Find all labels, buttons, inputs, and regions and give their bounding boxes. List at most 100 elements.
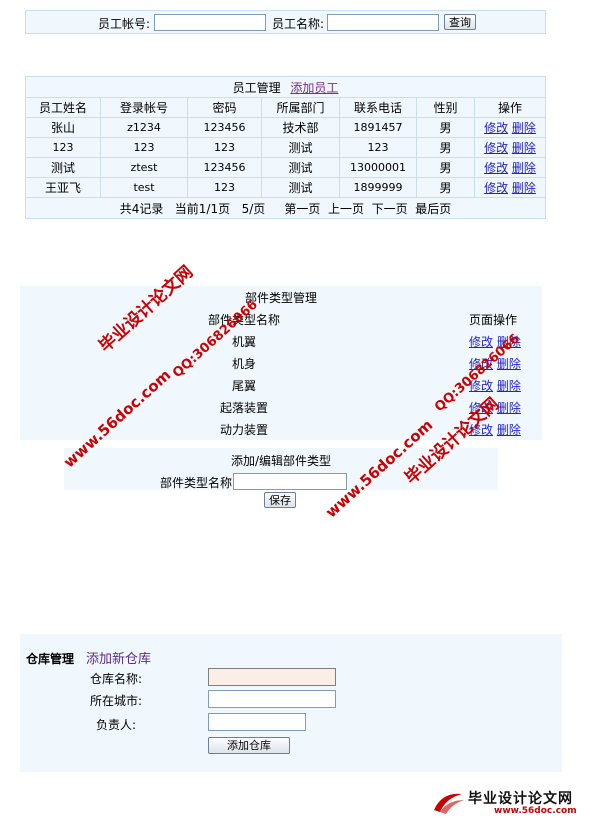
table-row: 123 123 123 测试 123 男 修改 删除	[25, 137, 546, 158]
warehouse-title: 仓库管理	[26, 652, 75, 666]
edit-link[interactable]: 修改	[469, 379, 493, 393]
parttype-name: 尾翼	[231, 378, 256, 393]
parttype-name: 机翼	[231, 334, 256, 349]
employee-title: 员工管理	[232, 80, 281, 95]
delete-link[interactable]: 删除	[497, 335, 521, 349]
pager-per-page: 5/页	[241, 201, 266, 216]
warehouse-name-label: 仓库名称:	[90, 672, 143, 686]
cell-dept: 测试	[261, 157, 340, 178]
cell-account: test	[100, 177, 188, 198]
edit-link[interactable]: 修改	[469, 401, 493, 415]
edit-link[interactable]: 修改	[484, 181, 508, 195]
delete-link[interactable]: 删除	[497, 357, 521, 371]
parttype-table: 部件类型管理 部件类型名称 页面操作 机翼 修改 删除 机身 修改 删除 尾翼 修改 …	[20, 286, 542, 440]
list-item: 机翼 修改 删除	[20, 330, 542, 352]
pager-row: 共4记录 当前1/1页 5/页 第一页 上一页 下一页 最后页	[25, 197, 546, 219]
table-row: 张山 z1234 123456 技术部 1891457 男 修改 删除	[25, 117, 546, 138]
parttype-name-input[interactable]	[233, 473, 347, 490]
delete-link[interactable]: 删除	[497, 379, 521, 393]
cell-ops: 修改 删除	[474, 177, 546, 198]
search-bar: 员工帐号: 员工名称: 查询	[25, 10, 546, 34]
edit-link[interactable]: 修改	[469, 423, 493, 437]
query-button[interactable]: 查询	[444, 14, 476, 30]
cell-phone: 1899999	[339, 177, 417, 198]
pager-total: 共4记录	[119, 201, 164, 216]
footer-brand: 毕业设计论文网	[468, 791, 573, 807]
footer-logo: 毕业设计论文网 www.56doc.com	[432, 788, 592, 816]
employee-panel: 员工管理 添加员工 员工姓名 登录帐号 密码 所属部门 联系电话 性别 操作 张…	[25, 76, 546, 219]
parttype-col-name: 部件类型名称	[207, 312, 280, 327]
cell-password: 123456	[187, 117, 262, 138]
cell-password: 123	[187, 177, 262, 198]
cell-phone: 123	[339, 137, 417, 158]
cell-ops: 修改 删除	[474, 137, 546, 158]
name-input[interactable]	[327, 14, 439, 31]
cell-gender: 男	[416, 117, 475, 138]
cell-gender: 男	[416, 177, 475, 198]
cell-ops: 修改 删除	[474, 117, 546, 138]
col-header: 登录帐号	[100, 97, 188, 118]
table-row: 测试 ztest 123456 测试 13000001 男 修改 删除	[25, 157, 546, 178]
edit-link[interactable]: 修改	[469, 335, 493, 349]
footer-url: www.56doc.com	[494, 806, 577, 816]
cell-name: 张山	[25, 117, 101, 138]
cell-ops: 修改 删除	[474, 157, 546, 178]
parttype-panel: 部件类型管理 部件类型名称 页面操作 机翼 修改 删除 机身 修改 删除 尾翼 修改 …	[20, 286, 542, 440]
pager-prev[interactable]: 上一页	[328, 202, 364, 216]
cell-account: ztest	[100, 157, 188, 178]
pager-last[interactable]: 最后页	[415, 202, 451, 216]
cell-account: z1234	[100, 117, 188, 138]
employee-header-row: 员工姓名 登录帐号 密码 所属部门 联系电话 性别 操作	[25, 97, 546, 118]
cell-password: 123	[187, 137, 262, 158]
delete-link[interactable]: 删除	[512, 181, 536, 195]
warehouse-manager-input[interactable]	[208, 713, 306, 731]
employee-table: 员工管理 添加员工 员工姓名 登录帐号 密码 所属部门 联系电话 性别 操作 张…	[25, 76, 546, 219]
delete-link[interactable]: 删除	[512, 121, 536, 135]
warehouse-manager-label: 负责人:	[96, 718, 137, 732]
account-input[interactable]	[154, 14, 266, 31]
delete-link[interactable]: 删除	[512, 141, 536, 155]
parttype-col-ops: 页面操作	[469, 312, 518, 327]
cell-dept: 测试	[261, 177, 340, 198]
parttype-name: 机身	[231, 356, 256, 371]
cell-phone: 13000001	[339, 157, 417, 178]
delete-link[interactable]: 删除	[512, 161, 536, 175]
save-button[interactable]: 保存	[264, 492, 296, 508]
add-warehouse-link[interactable]: 添加新仓库	[86, 648, 151, 667]
delete-link[interactable]: 删除	[497, 423, 521, 437]
cell-gender: 男	[416, 137, 475, 158]
list-item: 尾翼 修改 删除	[20, 374, 542, 396]
logo-swoosh-icon	[434, 793, 464, 814]
warehouse-panel: 仓库管理 添加新仓库 仓库名称: 所在城市: 负责人: 添加仓库	[20, 634, 562, 772]
edit-link[interactable]: 修改	[469, 357, 493, 371]
warehouse-city-input[interactable]	[208, 690, 336, 708]
parttype-name: 起落装置	[219, 400, 268, 415]
edit-link[interactable]: 修改	[484, 161, 508, 175]
col-header: 员工姓名	[25, 97, 101, 118]
warehouse-name-input[interactable]	[208, 668, 336, 686]
parttype-name: 动力装置	[219, 422, 268, 437]
warehouse-city-label: 所在城市:	[90, 694, 143, 708]
pager-current: 当前1/1页	[174, 201, 231, 216]
col-header: 操作	[474, 97, 546, 118]
col-header: 所属部门	[261, 97, 340, 118]
col-header: 密码	[187, 97, 262, 118]
cell-name: 123	[25, 137, 101, 158]
edit-link[interactable]: 修改	[484, 121, 508, 135]
name-label: 员工名称:	[272, 17, 325, 31]
delete-link[interactable]: 删除	[497, 401, 521, 415]
add-employee-link[interactable]: 添加员工	[290, 81, 338, 95]
cell-account: 123	[100, 137, 188, 158]
edit-link[interactable]: 修改	[484, 141, 508, 155]
col-header: 性别	[416, 97, 475, 118]
account-label: 员工帐号:	[98, 17, 151, 31]
pager-next[interactable]: 下一页	[372, 202, 408, 216]
list-item: 机身 修改 删除	[20, 352, 542, 374]
cell-dept: 技术部	[261, 117, 340, 138]
parttype-title: 部件类型管理	[244, 290, 317, 305]
list-item: 起落装置 修改 删除	[20, 396, 542, 418]
add-warehouse-button[interactable]: 添加仓库	[208, 737, 290, 754]
cell-dept: 测试	[261, 137, 340, 158]
table-row: 王亚飞 test 123 测试 1899999 男 修改 删除	[25, 177, 546, 198]
pager-first[interactable]: 第一页	[284, 202, 320, 216]
